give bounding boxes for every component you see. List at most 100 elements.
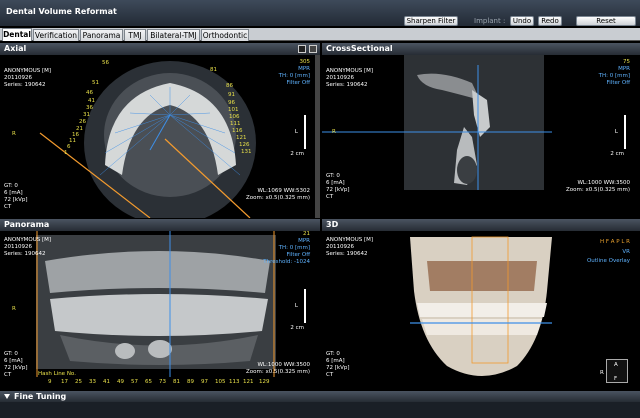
axial-scrollbar[interactable] bbox=[315, 55, 320, 218]
axial-hash-number: 131 bbox=[241, 149, 252, 155]
axial-hash-number: 126 bbox=[239, 142, 250, 148]
axial-left-label: L bbox=[294, 129, 298, 135]
tab-tmj[interactable]: TMJ bbox=[124, 29, 146, 41]
hash-number: 65 bbox=[145, 379, 152, 385]
v3d-orientation-letters: H F A P L R bbox=[599, 239, 630, 245]
redo-button[interactable]: Redo bbox=[538, 16, 562, 26]
axial-slice: 305 bbox=[299, 59, 311, 65]
cross-right-label: R bbox=[332, 129, 336, 135]
axial-thickness: TH: 0 [mm] bbox=[278, 73, 310, 79]
cross-scale-label: 2 cm bbox=[610, 151, 624, 157]
axial-series: Series: 190642 bbox=[4, 82, 46, 88]
axial-hash-number: 121 bbox=[236, 135, 247, 141]
tab-panorama[interactable]: Panorama bbox=[80, 29, 123, 41]
title-bar: Dental Volume Reformat Sharpen Filter Im… bbox=[0, 0, 640, 26]
pano-threshold: Threshold: -1024 bbox=[263, 259, 310, 265]
axial-date: 20110926 bbox=[4, 75, 32, 81]
sharpen-filter-button[interactable]: Sharpen Filter bbox=[404, 16, 458, 26]
axial-hash-number: 86 bbox=[226, 83, 233, 89]
app-title: Dental Volume Reformat bbox=[6, 7, 117, 16]
axial-hash-number: 106 bbox=[229, 114, 240, 120]
axial-hash-number: 31 bbox=[83, 112, 90, 118]
fine-tuning-header[interactable]: Fine Tuning bbox=[0, 391, 640, 402]
v3d-patient: ANONYMOUS [M] bbox=[326, 237, 374, 243]
tab-bar: Dental Verification Panorama TMJ Bilater… bbox=[0, 28, 640, 41]
pano-left-label: L bbox=[294, 303, 298, 309]
hash-number: 121 bbox=[243, 379, 254, 385]
axial-hash-number: 116 bbox=[232, 128, 243, 134]
tab-orthodontic[interactable]: Orthodontic bbox=[201, 29, 249, 41]
axial-hash-number: 56 bbox=[102, 60, 109, 66]
tab-bilateral-tmj[interactable]: Bilateral-TMJ bbox=[147, 29, 200, 41]
axial-scale-bar bbox=[304, 115, 306, 149]
cross-scale-bar bbox=[624, 115, 626, 149]
axial-hash-number: 101 bbox=[228, 107, 239, 113]
pano-slice: 21 bbox=[303, 231, 310, 237]
axial-ma: 6 [mA] bbox=[4, 190, 23, 196]
pano-ma: 6 [mA] bbox=[4, 358, 23, 364]
v3d-modality: CT bbox=[326, 372, 334, 378]
orient-f: F bbox=[614, 376, 618, 382]
reset-button[interactable]: Reset bbox=[576, 16, 636, 26]
hash-number: 105 bbox=[215, 379, 226, 385]
cross-left-label: L bbox=[614, 129, 618, 135]
axial-hash-number: 81 bbox=[210, 67, 217, 73]
hash-number: 25 bbox=[75, 379, 82, 385]
axial-view[interactable]: Axial ANONYMOUS [M] 20110926 Series: 190… bbox=[0, 43, 320, 218]
cross-title: CrossSectional bbox=[322, 43, 640, 55]
fine-tuning-label: Fine Tuning bbox=[14, 392, 67, 401]
v3d-mode: VR bbox=[622, 249, 630, 255]
volume-render-image bbox=[410, 236, 552, 376]
hash-line-numbers: 9 17 25 33 41 49 57 65 73 81 89 97 105 1… bbox=[36, 379, 280, 387]
v3d-series: Series: 190642 bbox=[326, 251, 368, 257]
v3d-ma: 6 [mA] bbox=[326, 358, 345, 364]
pano-window: WL:1000 WW:3500 bbox=[257, 362, 310, 368]
cross-date: 20110926 bbox=[326, 75, 354, 81]
undo-button[interactable]: Undo bbox=[510, 16, 534, 26]
axial-kvp: 72 [kVp] bbox=[4, 197, 28, 203]
axial-hash-number: 111 bbox=[230, 121, 241, 127]
axial-patient: ANONYMOUS [M] bbox=[4, 68, 52, 74]
axial-hash-number: 6 bbox=[67, 144, 71, 150]
axial-mode: MPR bbox=[298, 66, 310, 72]
implant-label: Implant : bbox=[474, 17, 506, 25]
hash-number: 129 bbox=[259, 379, 270, 385]
pano-modality: CT bbox=[4, 372, 12, 378]
hash-number: 33 bbox=[89, 379, 96, 385]
pano-title: Panorama bbox=[0, 219, 320, 231]
cross-series: Series: 190642 bbox=[326, 82, 368, 88]
tab-verification[interactable]: Verification bbox=[33, 29, 79, 41]
pano-scale-bar bbox=[304, 289, 306, 323]
hash-number: 113 bbox=[229, 379, 240, 385]
hash-number: 57 bbox=[131, 379, 138, 385]
panorama-view[interactable]: Panorama ANONYMOUS [M] 20110926 Series: … bbox=[0, 219, 320, 390]
pano-zoom: Zoom: x0.5(0.325 mm) bbox=[246, 369, 310, 375]
cross-ma: 6 [mA] bbox=[326, 180, 345, 186]
collapse-arrow-icon[interactable] bbox=[4, 394, 10, 399]
cross-kvp: 72 [kVp] bbox=[326, 187, 350, 193]
axial-window: WL:1069 WW:5302 bbox=[257, 188, 310, 194]
v3d-date: 20110926 bbox=[326, 244, 354, 250]
orientation-cube-icon[interactable]: A R F bbox=[600, 359, 628, 383]
pano-series: Series: 190642 bbox=[4, 251, 46, 257]
hash-number: 81 bbox=[173, 379, 180, 385]
pano-filter: Filter Off bbox=[286, 252, 311, 258]
pano-scale-label: 2 cm bbox=[290, 325, 304, 331]
hash-line-label: Hash Line No. bbox=[38, 371, 76, 377]
cross-gt: GT: 0 bbox=[326, 173, 340, 179]
axial-right-label: R bbox=[12, 131, 16, 137]
pano-kvp: 72 [kVp] bbox=[4, 365, 28, 371]
axial-hash-number: 26 bbox=[79, 119, 86, 125]
cross-sectional-view[interactable]: CrossSectional ANONYMOUS [M] 20110926 Se… bbox=[322, 43, 640, 218]
hash-number: 17 bbox=[61, 379, 68, 385]
cross-patient: ANONYMOUS [M] bbox=[326, 68, 374, 74]
cross-thickness: TH: 0 [mm] bbox=[598, 73, 630, 79]
axial-gt: GT: 0 bbox=[4, 183, 18, 189]
volume-3d-view[interactable]: 3D ANONYMOUS [M] 20110926 Series: 190642… bbox=[322, 219, 640, 390]
orient-r: R bbox=[600, 370, 604, 376]
maximize-icon[interactable] bbox=[309, 45, 317, 53]
grid-layout-icon[interactable] bbox=[298, 45, 306, 53]
v3d-title: 3D bbox=[322, 219, 640, 231]
tab-dental[interactable]: Dental bbox=[2, 28, 32, 41]
hash-number: 41 bbox=[103, 379, 110, 385]
